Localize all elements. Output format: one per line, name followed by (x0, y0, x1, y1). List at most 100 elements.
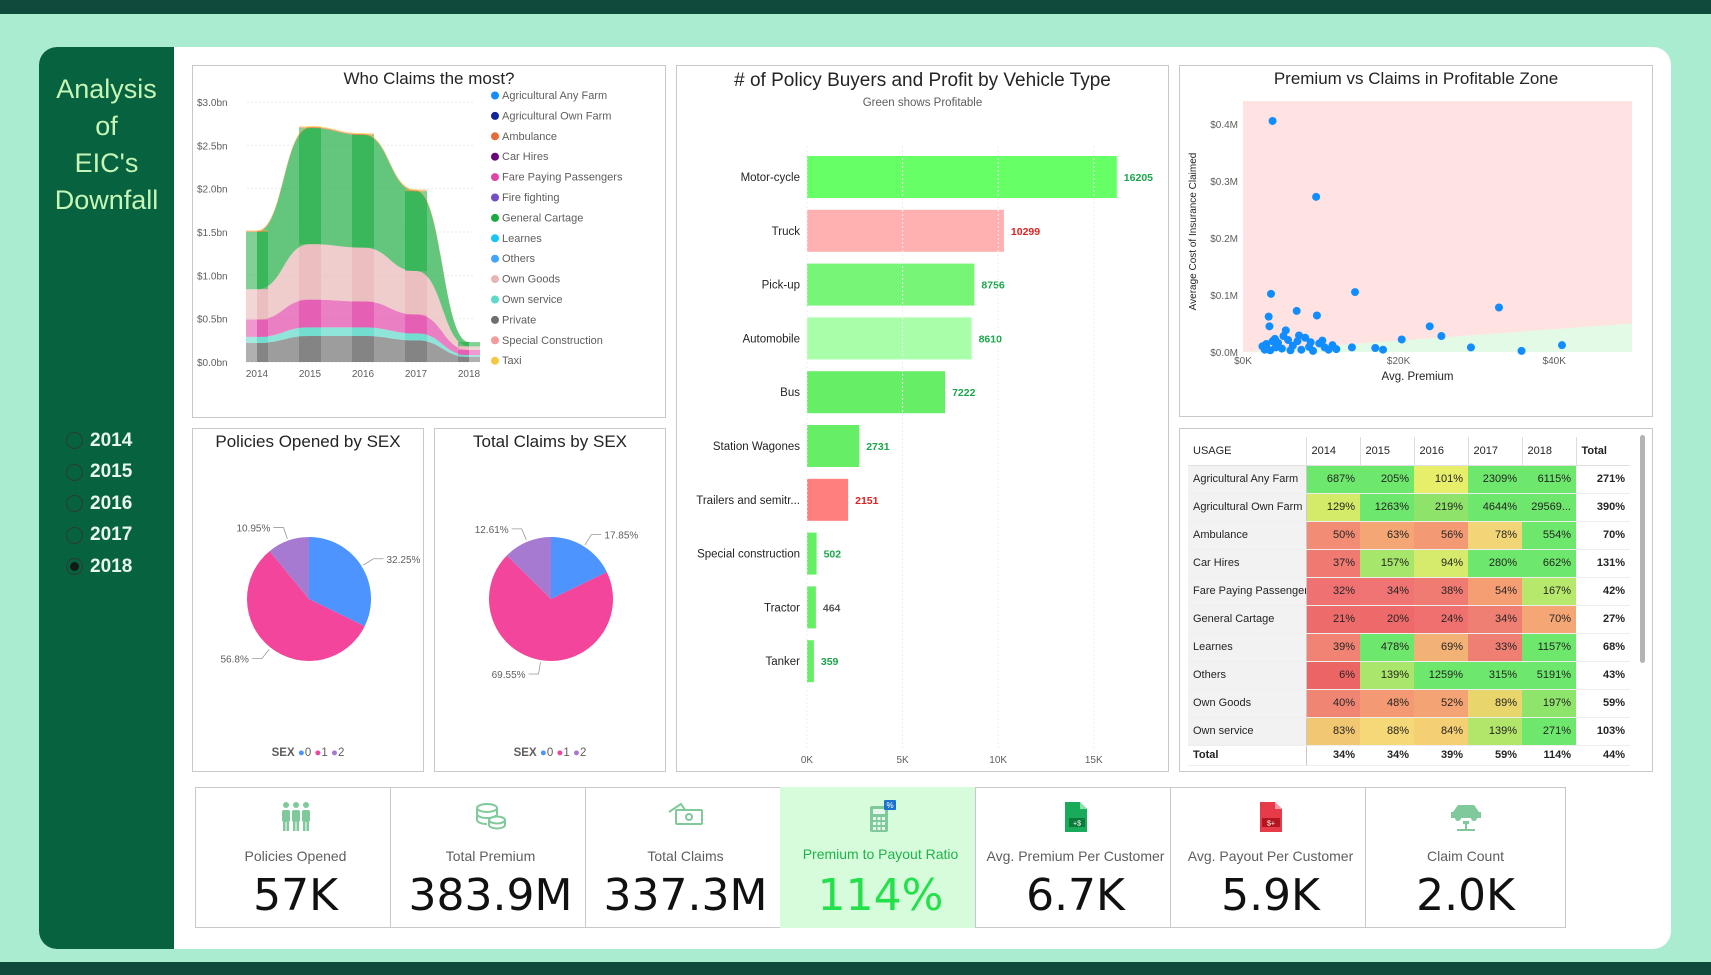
y-tick-label: $3.0bn (197, 98, 228, 109)
kpi-card-premium-to-payout-ratio[interactable]: % Premium to Payout Ratio 114% (780, 787, 981, 928)
scatter-point[interactable] (1312, 311, 1321, 320)
year-option-2014[interactable]: 2014 (66, 425, 132, 457)
scatter-point[interactable] (1371, 344, 1380, 353)
scatter-point[interactable] (1347, 343, 1356, 352)
year-label: 2017 (90, 524, 133, 546)
report-title-line-3: EIC's (74, 148, 139, 178)
scatter-point[interactable] (1279, 332, 1288, 341)
matrix-row: Fare Paying Passengers 32% 34% 38% 54% 167% 42… (1188, 577, 1630, 606)
scatter-point[interactable] (1318, 336, 1327, 345)
legend-label-2: 2 (579, 747, 587, 759)
scatter-point[interactable] (1309, 346, 1318, 355)
legend-marker (491, 213, 499, 222)
scatter-point[interactable] (1297, 345, 1306, 354)
usage-matrix-card[interactable]: USAGE 2014 2015 2016 2017 2018 Total Agricultur… (1179, 428, 1653, 772)
scatter-point[interactable] (1265, 322, 1274, 331)
matrix-cell: 139% (1360, 661, 1414, 690)
kpi-value: 57K (253, 870, 338, 921)
scatter-point[interactable] (1397, 335, 1406, 344)
report-title-line-2: of (95, 111, 118, 141)
kpi-card-total-premium[interactable]: Total Premium 383.9M (390, 787, 591, 928)
kpi-card-total-claims[interactable]: Total Claims 337.3M (585, 787, 786, 928)
matrix-cell: 662% (1522, 549, 1576, 578)
y-tick-label: $0.1M (1210, 291, 1238, 302)
scatter-point[interactable] (1268, 337, 1277, 346)
matrix-cell: 129% (1306, 493, 1360, 522)
matrix-total-label: Total (1188, 745, 1307, 766)
matrix-column-header[interactable]: 2016 (1413, 437, 1468, 466)
scatter-point[interactable] (1437, 332, 1446, 341)
matrix-cell: 315% (1468, 661, 1522, 690)
kpi-card-avg-premium-per-customer[interactable]: +$ Avg. Premium Per Customer 6.7K (975, 787, 1176, 928)
matrix-total-cell: 34% (1360, 745, 1414, 766)
matrix-cell: 37% (1306, 549, 1360, 578)
invoice-minus-icon: $+ (1171, 800, 1370, 834)
matrix-cell: 24% (1414, 605, 1468, 634)
legend-label-1: 1 (563, 747, 570, 759)
scatter-point[interactable] (1332, 345, 1341, 354)
scatter-point[interactable] (1557, 341, 1566, 350)
year-option-2017[interactable]: 2017 (66, 520, 132, 552)
bar[interactable] (807, 156, 1117, 198)
matrix-row: Own service 83% 88% 84% 139% 271% 103% (1188, 717, 1630, 746)
area-column-highlight (246, 342, 268, 362)
scatter-point[interactable] (1286, 346, 1295, 355)
x-tick-label: 2017 (405, 369, 428, 380)
matrix-column-header[interactable]: 2014 (1305, 437, 1360, 466)
bar[interactable] (807, 586, 816, 629)
scatter-point[interactable] (1351, 288, 1360, 297)
bar[interactable] (807, 478, 849, 521)
report-canvas: Analysis of EIC's Downfall 2014 2015 201… (39, 47, 1671, 949)
matrix-column-header[interactable]: 2017 (1467, 437, 1522, 466)
bar[interactable] (807, 640, 814, 683)
claims-sex-card[interactable]: Total Claims by SEX 17.85% 69.55% 12.61% S… (434, 428, 666, 772)
matrix-cell: 54% (1468, 577, 1522, 606)
scatter-point[interactable] (1466, 343, 1475, 352)
matrix-column-header[interactable]: 2018 (1521, 437, 1576, 466)
area-column-highlight (458, 342, 480, 347)
matrix-column-header[interactable]: Total (1575, 437, 1630, 466)
legend-label: Own Goods (502, 274, 561, 286)
scatter-point[interactable] (1517, 346, 1526, 355)
year-option-2016[interactable]: 2016 (66, 488, 132, 520)
bar[interactable] (807, 371, 946, 414)
bar[interactable] (807, 209, 1004, 252)
kpi-card-claim-count[interactable]: Claim Count 2.0K (1365, 787, 1566, 928)
matrix-column-header[interactable]: 2015 (1359, 437, 1414, 466)
bar-value-label: 2151 (855, 495, 879, 507)
premium-claims-card[interactable]: Premium vs Claims in Profitable Zone $0.… (1179, 65, 1653, 417)
scatter-point[interactable] (1494, 303, 1503, 312)
coins-icon (391, 800, 590, 834)
who-claims-card[interactable]: Who Claims the most? $0.0bn $0.5bn $1.0bn $… (192, 65, 666, 418)
kpi-label: Avg. Premium Per Customer (986, 848, 1165, 864)
matrix-scrollbar[interactable] (1640, 435, 1645, 663)
kpi-card-avg-payout-per-customer[interactable]: $+ Avg. Payout Per Customer 5.9K (1170, 787, 1371, 928)
matrix-cell: 70% (1522, 605, 1576, 634)
matrix-column-header[interactable]: USAGE (1188, 437, 1306, 466)
legend-marker (491, 152, 499, 161)
bar[interactable] (807, 425, 860, 467)
year-option-2015[interactable]: 2015 (66, 457, 132, 489)
policies-sex-card[interactable]: Policies Opened by SEX 32.25% 56.8% 10.95%… (192, 428, 424, 772)
bar[interactable] (807, 263, 975, 306)
matrix-total-cell: 44% (1576, 745, 1630, 766)
scatter-point[interactable] (1292, 306, 1301, 315)
year-option-2018[interactable]: 2018 (66, 551, 132, 583)
scatter-point[interactable] (1312, 192, 1321, 201)
kpi-value: 337.3M (603, 870, 768, 921)
y-axis-title: Average Cost of Insurance Claimed (1188, 153, 1199, 311)
scatter-point[interactable] (1379, 345, 1388, 354)
legend-label-0: 0 (546, 747, 554, 759)
kpi-card-policies-opened[interactable]: Policies Opened 57K (195, 787, 396, 928)
scatter-point[interactable] (1295, 331, 1304, 340)
vehicle-type-card[interactable]: # of Policy Buyers and Profit by Vehicle… (676, 65, 1169, 772)
matrix-row: Car Hires 37% 157% 94% 280% 662% 131% (1188, 549, 1630, 578)
scatter-point[interactable] (1260, 345, 1269, 354)
scatter-point[interactable] (1267, 289, 1276, 298)
bar[interactable] (807, 317, 972, 360)
scatter-point[interactable] (1268, 116, 1277, 125)
scatter-point[interactable] (1306, 338, 1315, 347)
scatter-point[interactable] (1425, 322, 1434, 331)
scatter-point[interactable] (1264, 312, 1273, 321)
bar[interactable] (807, 532, 817, 575)
